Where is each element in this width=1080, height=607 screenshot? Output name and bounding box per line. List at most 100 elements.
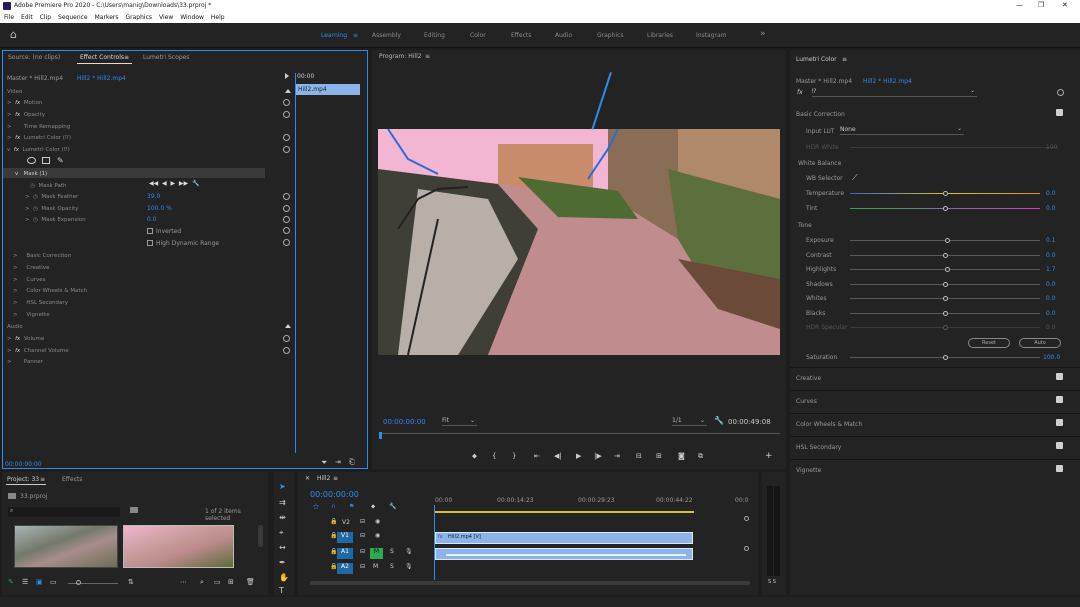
blacks-knob[interactable] bbox=[943, 311, 948, 316]
v1-sync-icon[interactable]: ⊟ bbox=[360, 532, 365, 539]
rectangle-mask-icon[interactable] bbox=[42, 157, 50, 164]
exposure-value[interactable]: 0.1 bbox=[1046, 237, 1056, 244]
basic-correction-header[interactable]: Basic Correction bbox=[796, 111, 845, 118]
project-search-input[interactable]: ⌕ bbox=[8, 507, 120, 517]
track-select-tool-icon[interactable]: ⇉ bbox=[279, 498, 286, 507]
mask-expansion-value[interactable]: 0.0 bbox=[147, 216, 157, 223]
lumetri-section-hsl[interactable]: HSL Secondary bbox=[790, 436, 1080, 459]
collapse-arrow-icon[interactable] bbox=[285, 73, 289, 79]
hdr-checkbox[interactable] bbox=[147, 240, 153, 246]
project-thumbnail-2[interactable] bbox=[123, 525, 234, 568]
minimize-button[interactable]: — bbox=[1016, 1, 1023, 9]
mark-out-icon[interactable]: } bbox=[512, 452, 516, 460]
add-button-icon[interactable]: + bbox=[765, 451, 773, 461]
ec-section-vignette[interactable]: > Vignette bbox=[3, 309, 50, 321]
fit-dropdown[interactable]: Fit ⌄ bbox=[442, 417, 477, 426]
basic-correction-checkbox[interactable] bbox=[1056, 109, 1063, 116]
reset-mask-opacity-icon[interactable] bbox=[283, 205, 290, 212]
mask-path-track-controls[interactable]: ◀◀ ◀ ▶ ▶▶ 🔧 bbox=[149, 180, 199, 187]
a2-sync-icon[interactable]: ⊟ bbox=[360, 563, 365, 570]
step-back-icon[interactable]: ◀| bbox=[554, 452, 562, 460]
ec-row-time-remapping[interactable]: > Time Remapping bbox=[3, 121, 70, 133]
hand-tool-icon[interactable]: ✋ bbox=[279, 573, 289, 582]
tab-effects[interactable]: Effects bbox=[62, 476, 82, 483]
hsl-checkbox[interactable] bbox=[1056, 442, 1063, 449]
mark-in-icon[interactable]: { bbox=[492, 452, 496, 460]
menu-file[interactable]: File bbox=[4, 14, 14, 21]
temperature-value[interactable]: 0.0 bbox=[1046, 190, 1056, 197]
color-wheels-checkbox[interactable] bbox=[1056, 419, 1063, 426]
pen-mask-icon[interactable]: ✎ bbox=[57, 156, 64, 165]
v2-sync-icon[interactable]: ⊟ bbox=[360, 518, 365, 525]
extract-icon[interactable]: ⊞ bbox=[656, 452, 662, 460]
slip-tool-icon[interactable]: ↔ bbox=[279, 543, 286, 552]
workspace-learning[interactable]: Learning bbox=[321, 32, 347, 39]
lumetri-clip-label[interactable]: Hill2 * Hill2.mp4 bbox=[863, 78, 912, 85]
export-frame-icon[interactable]: ◙ bbox=[678, 452, 685, 460]
close-button[interactable]: ✕ bbox=[1062, 1, 1068, 9]
ec-section-basic-correction[interactable]: > Basic Correction bbox=[3, 250, 71, 262]
input-lut-dropdown[interactable]: None ⌄ bbox=[840, 125, 964, 135]
timeline-tab-menu-icon[interactable]: ≡ bbox=[333, 475, 338, 482]
workspace-color[interactable]: Color bbox=[470, 32, 486, 39]
icon-view-icon[interactable]: ▣ bbox=[36, 578, 43, 586]
workspace-graphics[interactable]: Graphics bbox=[597, 32, 624, 39]
ec-row-lumetri-2[interactable]: v fx Lumetri Color (⁉) bbox=[3, 144, 70, 156]
sequence-clip-label[interactable]: Hill2 * Hill2.mp4 bbox=[77, 75, 126, 82]
lumetri-title[interactable]: Lumetri Color bbox=[796, 56, 837, 63]
menu-edit[interactable]: Edit bbox=[21, 14, 33, 21]
audio-solo-icon[interactable]: S S bbox=[768, 579, 776, 585]
freeform-view-icon[interactable]: ▭ bbox=[50, 578, 57, 586]
program-title[interactable]: Program: Hill2 bbox=[379, 53, 422, 60]
mask-opacity-row[interactable]: > ◷ Mask Opacity bbox=[3, 203, 78, 215]
reset-motion-icon[interactable] bbox=[283, 99, 290, 106]
tab-menu-icon[interactable]: ≡ bbox=[124, 54, 129, 61]
auto-button[interactable]: Auto bbox=[1019, 338, 1061, 348]
a2-solo-icon[interactable]: S bbox=[390, 563, 394, 570]
tint-knob[interactable] bbox=[943, 206, 948, 211]
timeline-timecode[interactable]: 00:00:00:00 bbox=[310, 490, 359, 499]
add-marker-icon[interactable]: ⚑ bbox=[349, 503, 354, 510]
mask-feather-value[interactable]: 39.0 bbox=[147, 193, 160, 200]
eyedropper-icon[interactable]: ⟋ bbox=[852, 173, 858, 183]
timeline-v-scroll-knob-1[interactable] bbox=[744, 516, 749, 521]
lumetri-instance-dropdown[interactable]: ⁉ ⌄ bbox=[812, 87, 977, 97]
ec-timecode[interactable]: 00:00:00:00 bbox=[5, 461, 42, 468]
a1-solo-icon[interactable]: S bbox=[390, 548, 394, 555]
inverted-checkbox[interactable] bbox=[147, 228, 153, 234]
a1-mic-icon[interactable]: 🎙 bbox=[405, 548, 413, 555]
menu-view[interactable]: View bbox=[159, 14, 173, 21]
v1-label[interactable]: V1 bbox=[337, 532, 353, 543]
creative-checkbox[interactable] bbox=[1056, 373, 1063, 380]
curves-checkbox[interactable] bbox=[1056, 396, 1063, 403]
lumetri-section-color-wheels[interactable]: Color Wheels & Match bbox=[790, 413, 1080, 436]
find-icon[interactable]: ⌕ bbox=[200, 578, 204, 587]
lumetri-reset-icon[interactable] bbox=[1057, 89, 1064, 96]
comparison-view-icon[interactable]: ⧉ bbox=[698, 452, 703, 461]
linked-selection-icon[interactable]: ∩ bbox=[331, 503, 335, 510]
razor-tool-icon[interactable]: ⌖ bbox=[279, 528, 284, 538]
highlights-knob[interactable] bbox=[945, 267, 950, 272]
white-balance-header[interactable]: White Balance bbox=[798, 160, 841, 167]
highlights-value[interactable]: 1.7 bbox=[1046, 266, 1056, 273]
automate-icon[interactable]: ⋯ bbox=[180, 578, 187, 586]
tab-project-menu-icon[interactable]: ≡ bbox=[40, 476, 45, 483]
go-to-in-icon[interactable]: ⇤ bbox=[534, 452, 540, 460]
list-view-icon[interactable]: ☰ bbox=[22, 578, 28, 586]
clear-icon[interactable]: 🗑 bbox=[246, 578, 255, 586]
new-bin-icon[interactable]: ▭ bbox=[214, 578, 221, 586]
reset-mask-expansion-icon[interactable] bbox=[283, 216, 290, 223]
lift-icon[interactable]: ⊟ bbox=[636, 452, 642, 460]
wrench-icon[interactable]: 🔧 bbox=[714, 416, 724, 425]
new-item-icon[interactable]: ⊞ bbox=[228, 578, 234, 586]
tone-header[interactable]: Tone bbox=[798, 222, 812, 229]
program-playhead[interactable] bbox=[379, 432, 382, 439]
saturation-value[interactable]: 100.0 bbox=[1043, 354, 1060, 361]
project-scrollbar[interactable] bbox=[258, 525, 263, 547]
more-workspaces-icon[interactable]: » bbox=[760, 29, 766, 39]
ec-export-icon[interactable]: ⇥ bbox=[335, 458, 341, 466]
saturation-knob[interactable] bbox=[943, 355, 948, 360]
mask-feather-row[interactable]: > ◷ Mask Feather bbox=[3, 191, 78, 203]
new-bin-from-search-icon[interactable] bbox=[130, 507, 138, 513]
ec-section-hsl[interactable]: > HSL Secondary bbox=[3, 297, 68, 309]
